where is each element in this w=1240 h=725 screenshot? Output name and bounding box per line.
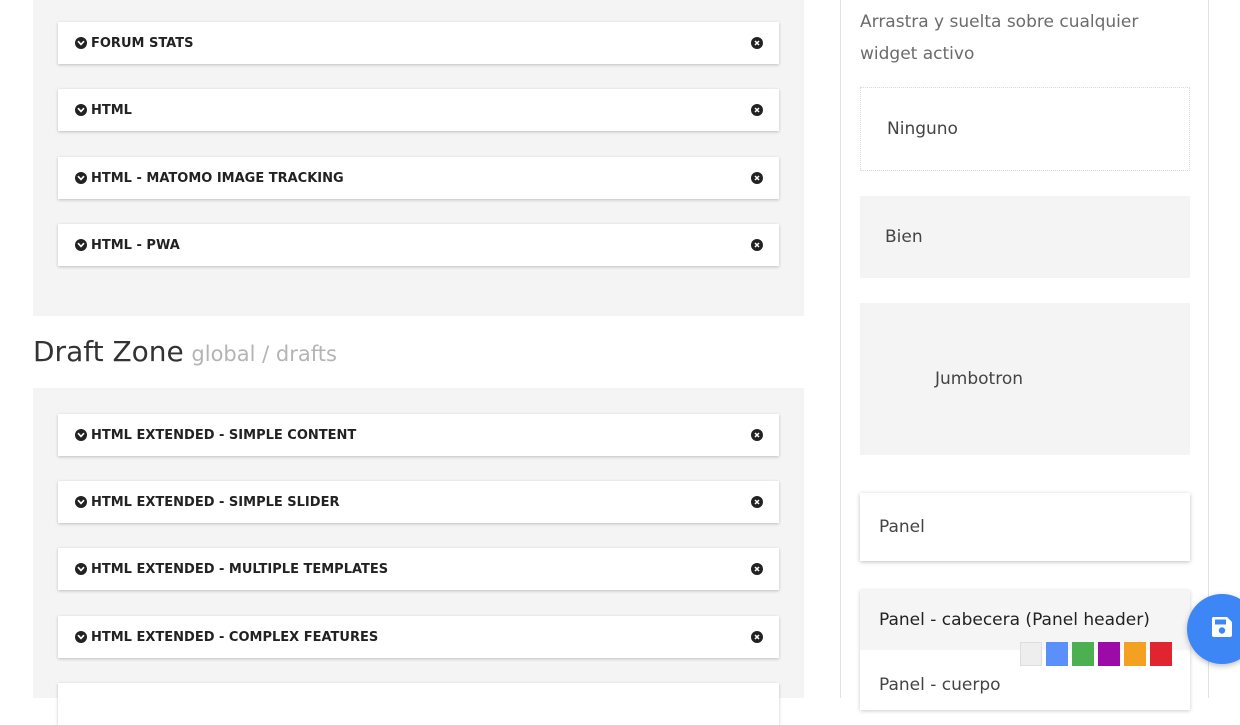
style-option-jumbotron[interactable]: Jumbotron: [860, 303, 1190, 455]
drag-drop-hint: Arrastra y suelta sobre cualquier widget…: [860, 12, 1139, 64]
style-option-none[interactable]: Ninguno: [860, 87, 1190, 171]
chevron-down-circle-icon[interactable]: [75, 563, 87, 575]
zone-path: global / drafts: [191, 342, 337, 366]
close-circle-icon[interactable]: [751, 239, 763, 251]
close-circle-icon[interactable]: [751, 631, 763, 643]
style-sidebar: Arrastra y suelta sobre cualquier widget…: [840, 0, 1209, 710]
widget-card[interactable]: HTML EXTENDED - COMPLEX FEATURES: [58, 616, 779, 658]
close-circle-icon[interactable]: [751, 563, 763, 575]
chevron-down-circle-icon[interactable]: [75, 239, 87, 251]
style-option-panel-header[interactable]: Panel - cabecera (Panel header): [860, 590, 1190, 650]
widget-card[interactable]: HTML - MATOMO IMAGE TRACKING: [58, 157, 779, 199]
color-swatch[interactable]: [1098, 642, 1120, 666]
widget-card-partial[interactable]: [58, 683, 779, 725]
save-icon: [1210, 615, 1234, 643]
widget-card[interactable]: FORUM STATS: [58, 22, 779, 64]
close-circle-icon[interactable]: [751, 429, 763, 441]
close-circle-icon[interactable]: [751, 496, 763, 508]
widget-title: HTML - MATOMO IMAGE TRACKING: [91, 170, 344, 186]
style-option-panel[interactable]: Panel: [860, 493, 1190, 561]
style-option-panel-body[interactable]: Panel - cuerpo: [860, 670, 1190, 700]
widget-card[interactable]: HTML: [58, 89, 779, 131]
widget-title: HTML EXTENDED - MULTIPLE TEMPLATES: [91, 561, 389, 577]
widget-zones: FORUM STATS HTML HTML - MATOMO IMAGE TRA…: [33, 0, 804, 725]
close-circle-icon[interactable]: [751, 104, 763, 116]
widget-card[interactable]: HTML - PWA: [58, 224, 779, 266]
widget-title: HTML EXTENDED - SIMPLE SLIDER: [91, 494, 340, 510]
widget-title: HTML EXTENDED - COMPLEX FEATURES: [91, 629, 379, 645]
widget-card[interactable]: HTML EXTENDED - MULTIPLE TEMPLATES: [58, 548, 779, 590]
draft-zone-heading: Draft Zone global / drafts: [33, 338, 337, 366]
chevron-down-circle-icon[interactable]: [75, 172, 87, 184]
chevron-down-circle-icon[interactable]: [75, 104, 87, 116]
chevron-down-circle-icon[interactable]: [75, 631, 87, 643]
color-swatch[interactable]: [1072, 642, 1094, 666]
color-swatch-palette: [1020, 642, 1172, 666]
color-swatch[interactable]: [1124, 642, 1146, 666]
chevron-down-circle-icon[interactable]: [75, 37, 87, 49]
draft-zone-panel: HTML EXTENDED - SIMPLE CONTENT HTML EXTE…: [33, 388, 804, 725]
chevron-down-circle-icon[interactable]: [75, 496, 87, 508]
color-swatch[interactable]: [1020, 642, 1042, 666]
widget-card[interactable]: HTML EXTENDED - SIMPLE CONTENT: [58, 414, 779, 456]
style-option-well[interactable]: Bien: [860, 196, 1190, 278]
widget-card[interactable]: HTML EXTENDED - SIMPLE SLIDER: [58, 481, 779, 523]
chevron-down-circle-icon[interactable]: [75, 429, 87, 441]
widget-title: HTML: [91, 102, 132, 118]
forum-zone-panel: FORUM STATS HTML HTML - MATOMO IMAGE TRA…: [33, 0, 804, 316]
color-swatch[interactable]: [1046, 642, 1068, 666]
widget-title: HTML - PWA: [91, 237, 180, 253]
widget-title: FORUM STATS: [91, 35, 194, 51]
widget-title: HTML EXTENDED - SIMPLE CONTENT: [91, 427, 357, 443]
color-swatch[interactable]: [1150, 642, 1172, 666]
close-circle-icon[interactable]: [751, 37, 763, 49]
close-circle-icon[interactable]: [751, 172, 763, 184]
zone-title: Draft Zone: [33, 335, 184, 368]
